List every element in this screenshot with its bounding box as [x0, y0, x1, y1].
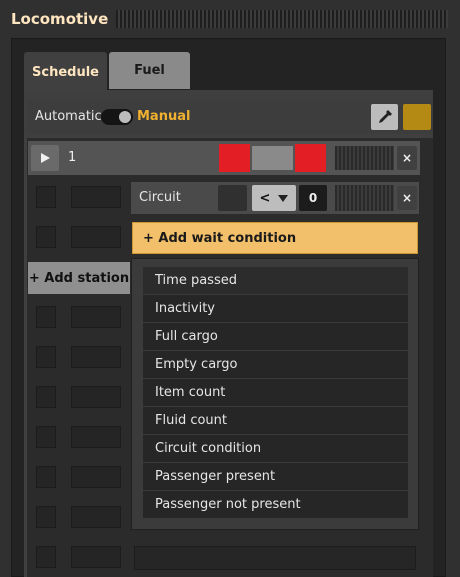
automatic-label[interactable]: Automatic — [35, 109, 102, 124]
menu-item-inactivity[interactable]: Inactivity — [143, 295, 408, 323]
menu-item-item-count[interactable]: Item count — [143, 379, 408, 407]
empty-station-slot — [134, 546, 416, 570]
empty-slot — [36, 386, 56, 408]
menu-item-passenger-not-present[interactable]: Passenger not present — [143, 491, 408, 519]
comparator-value: < — [259, 190, 271, 206]
add-station-button[interactable]: + Add station — [28, 262, 130, 294]
empty-slot — [36, 506, 56, 528]
menu-item-passenger-present[interactable]: Passenger present — [143, 463, 408, 491]
condition-drag-handle[interactable] — [335, 185, 394, 211]
color-swatch[interactable] — [403, 104, 431, 130]
empty-slot — [36, 466, 56, 488]
wait-condition-list: Time passed Inactivity Full cargo Empty … — [143, 267, 408, 519]
tab-fuel[interactable]: Fuel — [109, 52, 190, 89]
empty-slot — [71, 226, 121, 248]
empty-slot — [36, 426, 56, 448]
empty-slot — [36, 346, 56, 368]
condition-type-label[interactable]: Circuit — [139, 190, 181, 205]
play-icon — [41, 153, 50, 163]
drag-handle[interactable] — [116, 10, 448, 28]
eyedropper-button[interactable] — [371, 104, 398, 130]
empty-slot — [71, 386, 121, 408]
empty-slot — [71, 426, 121, 448]
empty-slot — [36, 306, 56, 328]
empty-slot — [71, 466, 121, 488]
remove-station-button[interactable]: × — [397, 146, 417, 170]
station-drag-handle[interactable] — [335, 146, 394, 170]
menu-item-full-cargo[interactable]: Full cargo — [143, 323, 408, 351]
station-status-red-left — [219, 144, 250, 172]
mode-switch[interactable] — [101, 109, 133, 125]
empty-slot — [71, 506, 121, 528]
empty-slot — [71, 346, 121, 368]
station-status-red-right — [295, 144, 326, 172]
tab-schedule[interactable]: Schedule — [24, 52, 107, 92]
empty-slot — [71, 546, 121, 568]
menu-item-empty-cargo[interactable]: Empty cargo — [143, 351, 408, 379]
empty-slot — [71, 306, 121, 328]
comparator-dropdown[interactable]: < — [252, 185, 296, 211]
menu-item-time-passed[interactable]: Time passed — [143, 267, 408, 295]
title-bar[interactable]: Locomotive — [0, 0, 460, 38]
empty-slot — [36, 186, 56, 208]
window-title: Locomotive — [11, 10, 109, 28]
play-button[interactable] — [31, 145, 59, 171]
menu-item-circuit-condition[interactable]: Circuit condition — [143, 435, 408, 463]
eyedropper-icon — [378, 110, 392, 123]
manual-label[interactable]: Manual — [137, 109, 190, 124]
chevron-down-icon — [278, 194, 289, 202]
add-wait-condition-button[interactable]: + Add wait condition — [132, 222, 418, 254]
locomotive-window: Locomotive Schedule Fuel Automatic Manua… — [0, 0, 460, 577]
empty-slot — [71, 186, 121, 208]
empty-slot — [36, 546, 56, 568]
station-name[interactable]: 1 — [68, 150, 76, 165]
constant-value-field[interactable]: 0 — [299, 185, 327, 211]
empty-slot — [36, 226, 56, 248]
signal-selector[interactable] — [218, 185, 247, 211]
remove-condition-button[interactable]: × — [397, 186, 417, 210]
switch-knob — [119, 111, 131, 123]
menu-item-fluid-count[interactable]: Fluid count — [143, 407, 408, 435]
station-status-gray — [252, 146, 293, 170]
